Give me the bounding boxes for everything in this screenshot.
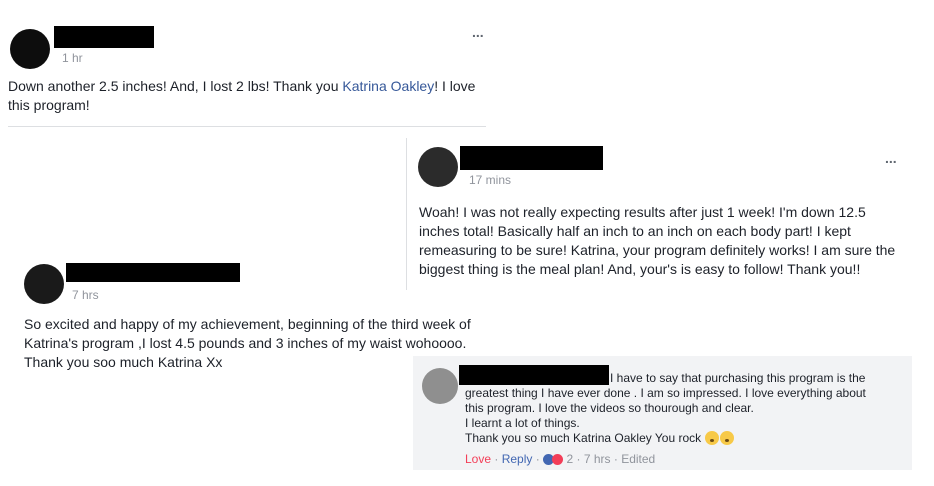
post-text: Woah! I was not really expecting results… xyxy=(419,204,896,277)
redacted-name xyxy=(459,365,609,385)
post-time[interactable]: 7 hrs xyxy=(72,288,99,302)
more-options-button[interactable]: ... xyxy=(885,150,897,166)
comment-line-5-text: Thank you so much Katrina Oakley You roc… xyxy=(465,431,702,445)
reaction-count: 2 xyxy=(566,452,574,466)
comment-time[interactable]: 7 hrs xyxy=(584,452,611,466)
avatar[interactable] xyxy=(24,264,64,304)
separator: · xyxy=(535,452,544,466)
emoji-icon xyxy=(720,431,735,445)
post-text: Down another 2.5 inches! And, I lost 2 l… xyxy=(8,77,484,115)
avatar[interactable] xyxy=(422,368,458,404)
post-1: 1 hr ... Down another 2.5 inches! And, I… xyxy=(0,0,490,128)
comment: I have to say that purchasing this progr… xyxy=(413,356,912,470)
avatar[interactable] xyxy=(10,29,50,69)
reply-button[interactable]: Reply xyxy=(502,452,533,466)
comment-line-1: I have to say that purchasing this progr… xyxy=(610,371,866,385)
avatar[interactable] xyxy=(418,147,458,187)
comment-line-5: Thank you so much Katrina Oakley You roc… xyxy=(465,431,735,446)
more-options-button[interactable]: ... xyxy=(472,24,484,40)
post-text-start: Down another 2.5 inches! And, I lost 2 l… xyxy=(8,78,343,94)
mention-link[interactable]: Katrina Oakley xyxy=(342,78,434,94)
redacted-name xyxy=(66,263,240,282)
love-button[interactable]: Love xyxy=(465,452,491,466)
post-time[interactable]: 1 hr xyxy=(62,51,83,65)
reactions[interactable]: 2 xyxy=(543,452,576,466)
post-time[interactable]: 17 mins xyxy=(469,173,511,187)
divider xyxy=(8,126,486,127)
separator: · xyxy=(494,452,502,466)
separator: · xyxy=(576,452,584,466)
comment-line-4: I learnt a lot of things. xyxy=(465,416,580,430)
comment-actions: Love · Reply · 2 · 7 hrs · Edited xyxy=(465,452,655,466)
redacted-name xyxy=(460,146,603,170)
comment-line-2: greatest thing I have ever done . I am s… xyxy=(465,386,866,400)
emoji-icon xyxy=(705,431,720,445)
edited-label[interactable]: Edited xyxy=(621,452,655,466)
love-reaction-icon xyxy=(552,454,564,465)
redacted-name xyxy=(54,26,154,48)
comment-line-3: this program. I love the videos so thour… xyxy=(465,401,754,415)
